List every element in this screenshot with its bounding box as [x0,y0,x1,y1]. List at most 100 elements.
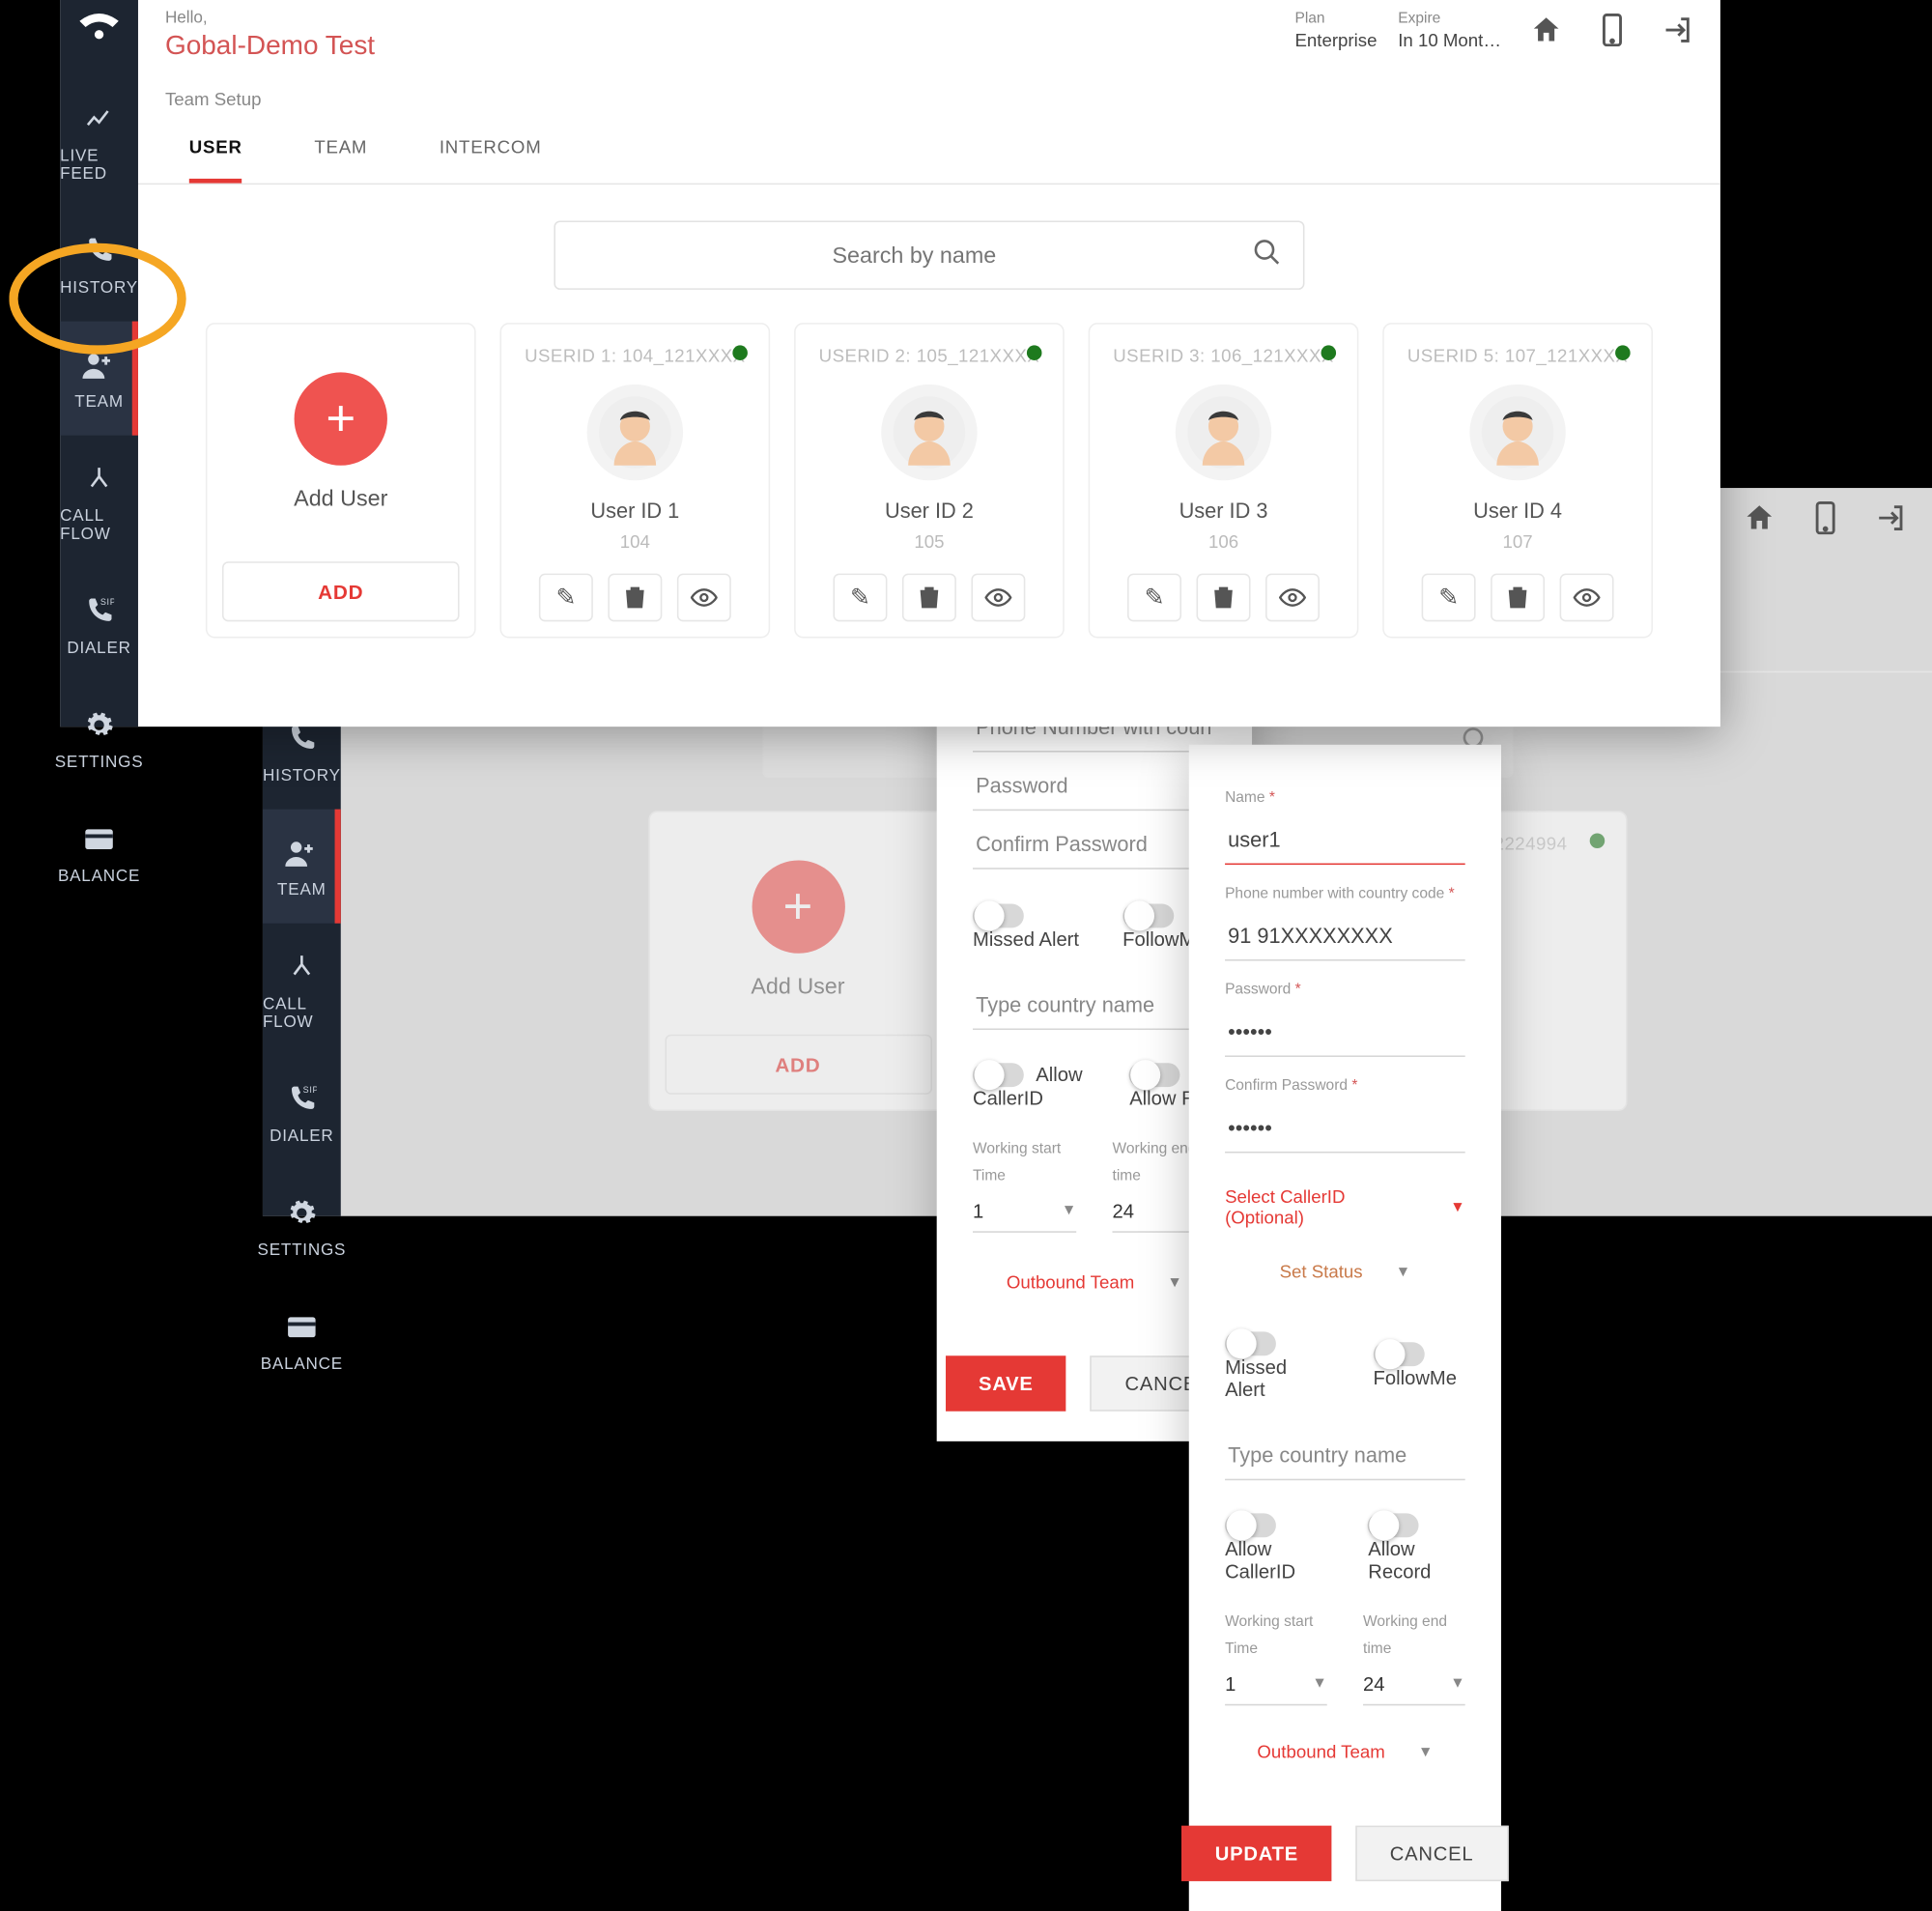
allow-callerid-toggle[interactable] [1225,1514,1276,1538]
plan-info: PlanEnterprise ExpireIn 10 Mont… [1294,10,1501,50]
view-icon[interactable] [1560,574,1614,622]
phone-field[interactable] [1225,908,1465,960]
allow-record-toggle[interactable] [1368,1514,1419,1538]
allow-record-label: Allow Record [1368,1537,1431,1583]
svg-text:SIP: SIP [303,1085,317,1095]
allow-record-toggle[interactable] [1129,1063,1180,1087]
tab-intercom[interactable]: INTERCOM [440,125,542,184]
confirm-password-field[interactable] [1225,1100,1465,1153]
allow-callerid-toggle[interactable] [973,1063,1024,1087]
outbound-team-select[interactable]: Outbound Team▼ [973,1271,1216,1293]
people-icon [282,833,321,871]
logout-icon[interactable] [1870,497,1913,539]
svg-text:SIP: SIP [100,597,114,607]
view-icon[interactable] [1265,574,1320,622]
gear-icon [79,705,118,744]
status-dot-icon [1589,833,1605,848]
work-end-select[interactable]: 24▼ [1363,1661,1465,1706]
work-start-select[interactable]: 1▼ [973,1187,1076,1233]
set-status-dropdown[interactable]: Set Status▼ [1225,1261,1465,1282]
add-button[interactable]: ADD [222,561,460,621]
sidebar-item-team[interactable]: TEAM [60,322,138,436]
avatar-icon [1469,385,1565,480]
sidebar-item-history[interactable]: HISTORY [60,207,138,321]
user-card: USERID 5: 107_121XXXX User ID 4 107 ✎ [1382,323,1653,638]
logout-icon[interactable] [1658,9,1700,51]
flow-icon [282,948,321,986]
password-field[interactable] [973,758,1216,811]
sidebar-item-dialer[interactable]: SIP DIALER [263,1055,341,1169]
chart-line-icon [79,100,118,138]
cancel-button[interactable]: CANCEL [1355,1826,1508,1881]
tab-team[interactable]: TEAM [314,125,367,184]
sidebar-item-balance[interactable]: BALANCE [60,796,138,910]
user-name: User ID 1 [590,499,679,523]
delete-icon[interactable] [1491,574,1545,622]
edit-icon[interactable]: ✎ [1127,574,1181,622]
missed-alert-toggle[interactable] [973,903,1024,927]
sidebar-item-label: LIVE FEED [60,147,138,183]
plus-icon[interactable]: + [752,860,844,953]
edit-user-modal: Name * Phone number with country code * … [1189,745,1501,1911]
sidebar-item-callflow[interactable]: CALL FLOW [60,436,138,568]
missed-alert-toggle[interactable] [1225,1331,1276,1355]
work-start-select[interactable]: 1▼ [1225,1661,1327,1706]
sidebar-item-callflow[interactable]: CALL FLOW [263,924,341,1056]
password-label: Password * [1225,982,1465,998]
plus-icon[interactable]: + [295,372,387,465]
password-field[interactable] [1225,1005,1465,1057]
status-dot-icon [1027,345,1042,360]
view-icon[interactable] [971,574,1025,622]
followme-toggle[interactable] [1374,1342,1425,1366]
sidebar-item-livefeed[interactable]: LIVE FEED [60,75,138,208]
outbound-team-select[interactable]: Outbound Team▼ [1225,1742,1465,1763]
sidebar-item-label: DIALER [67,640,130,658]
sidebar-item-label: DIALER [270,1127,333,1146]
mobile-icon[interactable] [1804,497,1847,539]
name-field[interactable] [1225,813,1465,865]
sidebar-item-team[interactable]: TEAM [263,810,341,924]
country-field[interactable] [973,977,1216,1029]
delete-icon[interactable] [608,574,662,622]
followme-toggle[interactable] [1122,903,1174,927]
edit-icon[interactable]: ✎ [833,574,887,622]
search-box[interactable] [554,220,1304,289]
mobile-icon[interactable] [1591,9,1634,51]
add-user-card: + Add User ADD [206,323,476,638]
name-label: Name * [1225,789,1465,806]
sidebar-item-label: TEAM [277,881,327,899]
confirm-password-field[interactable] [973,816,1216,869]
user-name: User ID 4 [1473,499,1562,523]
update-button[interactable]: UPDATE [1182,1826,1332,1881]
status-dot-icon [1321,345,1337,360]
dialer-icon: SIP [79,591,118,630]
select-callerid-dropdown[interactable]: Select CallerID (Optional)▼ [1225,1186,1465,1229]
work-end-label: Working end time [1113,1141,1197,1184]
tab-user[interactable]: USER [189,125,242,184]
delete-icon[interactable] [1197,574,1251,622]
sidebar-item-dialer[interactable]: SIP DIALER [60,567,138,681]
country-field[interactable] [1225,1427,1465,1479]
sidebar-item-settings[interactable]: SETTINGS [60,682,138,796]
add-button[interactable]: ADD [665,1035,932,1095]
edit-icon[interactable]: ✎ [539,574,593,622]
sidebar-item-balance[interactable]: BALANCE [263,1284,341,1398]
delete-icon[interactable] [902,574,956,622]
edit-icon[interactable]: ✎ [1422,574,1476,622]
add-user-label: Add User [294,486,387,511]
sidebar-item-settings[interactable]: SETTINGS [263,1170,341,1284]
status-dot-icon [732,345,748,360]
user-name: User ID 3 [1179,499,1268,523]
search-input[interactable] [577,242,1252,268]
people-icon [79,345,118,384]
save-button[interactable]: SAVE [946,1355,1066,1411]
phone-label: Phone number with country code * [1225,886,1465,902]
home-icon[interactable] [1739,497,1781,539]
card-icon [282,1308,321,1347]
avatar-icon [1176,385,1271,480]
user-id-label: USERID 2: 105_121XXXX [819,345,1040,366]
home-icon[interactable] [1525,9,1568,51]
view-icon[interactable] [677,574,731,622]
user-name: User ID 2 [885,499,974,523]
add-user-card: + Add User ADD [648,811,949,1111]
